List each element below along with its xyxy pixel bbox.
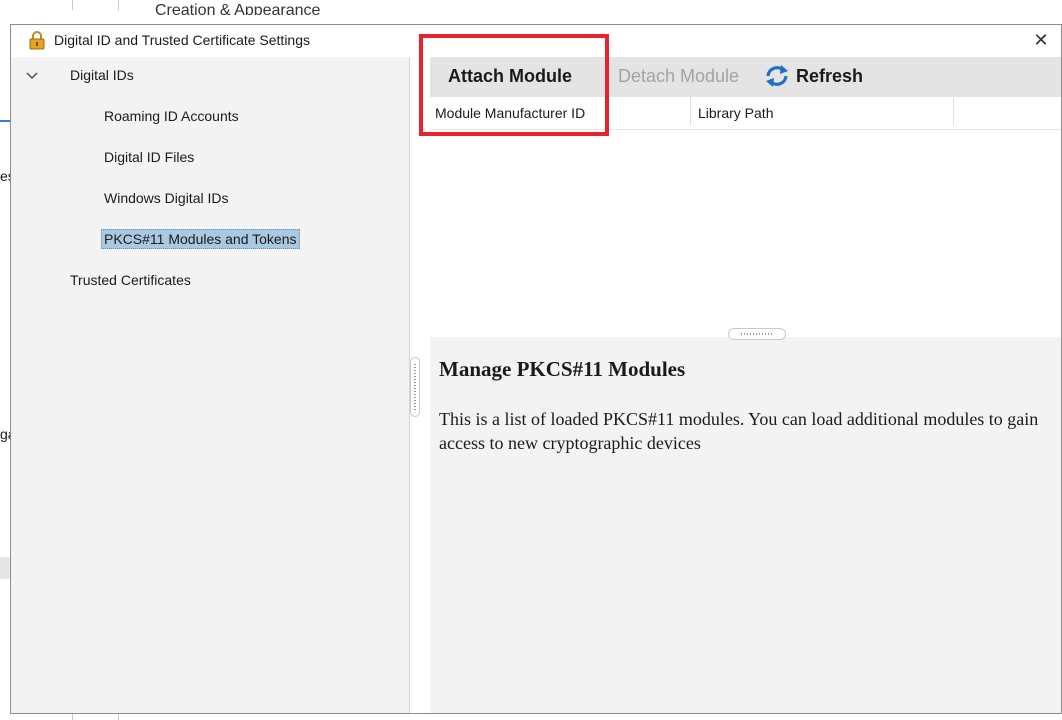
tree-item-digital-ids[interactable]: Digital IDs	[70, 67, 134, 83]
tree-item-trusted-certificates[interactable]: Trusted Certificates	[70, 272, 191, 288]
detach-module-button[interactable]: Detach Module	[618, 66, 739, 87]
dialog-titlebar[interactable]: Digital ID and Trusted Certificate Setti…	[11, 25, 1061, 57]
info-description: This is a list of loaded PKCS#11 modules…	[439, 409, 1039, 453]
background-divider	[72, 0, 73, 10]
attach-module-button[interactable]: Attach Module	[448, 66, 572, 87]
info-panel	[430, 337, 1061, 713]
horizontal-splitter[interactable]	[728, 328, 786, 340]
tree-item-roaming-id-accounts[interactable]: Roaming ID Accounts	[104, 108, 239, 124]
close-button[interactable]: ✕	[1021, 25, 1061, 57]
column-header-library-path[interactable]: Library Path	[698, 105, 773, 121]
module-toolbar: Attach Module Detach Module Refresh	[430, 57, 1061, 97]
lock-certificate-icon	[29, 31, 45, 50]
splitter-grip	[741, 333, 773, 335]
column-header-manufacturer-id[interactable]: Module Manufacturer ID	[435, 105, 585, 121]
column-divider[interactable]	[690, 97, 691, 125]
background-accent	[0, 120, 10, 122]
settings-tree: Digital IDs Roaming ID Accounts Digital …	[11, 57, 410, 713]
refresh-button[interactable]: Refresh	[766, 65, 864, 87]
content-pane: Attach Module Detach Module Refresh Modu…	[420, 57, 1061, 713]
dialog-title: Digital ID and Trusted Certificate Setti…	[54, 32, 311, 48]
background-divider	[118, 0, 119, 10]
tree-item-pkcs11-modules[interactable]: PKCS#11 Modules and Tokens	[101, 229, 300, 249]
tree-item-windows-digital-ids[interactable]: Windows Digital IDs	[104, 190, 228, 206]
splitter-grip	[414, 364, 416, 410]
module-table-header: Module Manufacturer ID Library Path	[430, 97, 1061, 130]
tree-item-digital-id-files[interactable]: Digital ID Files	[104, 149, 194, 165]
refresh-label: Refresh	[796, 66, 864, 86]
chevron-down-icon[interactable]	[25, 71, 39, 81]
settings-dialog: Digital ID and Trusted Certificate Setti…	[10, 24, 1062, 714]
close-icon: ✕	[1033, 30, 1049, 50]
refresh-icon	[766, 65, 788, 87]
background-title-fragment: Creation & Appearance	[155, 2, 321, 19]
vertical-splitter[interactable]	[410, 357, 420, 417]
info-title: Manage PKCS#11 Modules	[439, 357, 686, 381]
column-divider[interactable]	[953, 97, 954, 125]
